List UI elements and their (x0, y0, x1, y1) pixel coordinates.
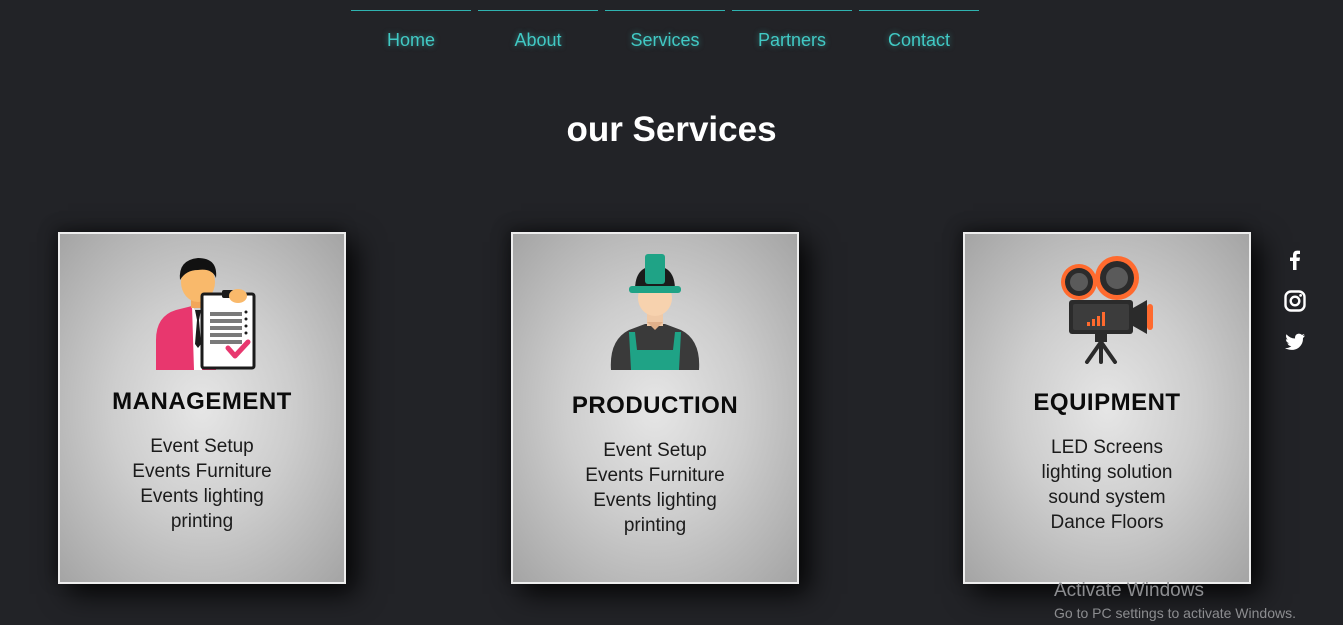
social-links (1283, 248, 1307, 371)
main-nav: Home About Services Partners Contact (351, 10, 986, 51)
services-page: Home About Services Partners Contact our… (0, 0, 1343, 625)
service-card-production: PRODUCTION Event Setup Events Furniture … (511, 232, 799, 584)
facebook-icon[interactable] (1283, 248, 1307, 272)
card-heading: EQUIPMENT (1033, 389, 1181, 416)
twitter-icon[interactable] (1283, 330, 1307, 354)
list-item: Dance Floors (1050, 512, 1164, 533)
card-heading: PRODUCTION (571, 392, 739, 419)
instagram-icon[interactable] (1283, 289, 1307, 313)
service-card-equipment: EQUIPMENT LED Screens lighting solution … (963, 232, 1251, 584)
list-item: Events lighting (140, 486, 264, 507)
nav-home-link[interactable]: Home (351, 10, 471, 51)
service-list: Event Setup Events Furniture Events ligh… (60, 434, 344, 534)
list-item: LED Screens (1051, 437, 1163, 458)
video-camera-icon (965, 254, 1249, 364)
nav-about-link[interactable]: About (478, 10, 598, 51)
list-item: Event Setup (150, 436, 254, 457)
list-item: Event Setup (603, 440, 707, 461)
nav-partners-link[interactable]: Partners (732, 10, 852, 51)
list-item: lighting solution (1041, 462, 1173, 483)
nav-contact-link[interactable]: Contact (859, 10, 979, 51)
list-item: Events Furniture (132, 461, 272, 482)
worker-icon (513, 252, 797, 372)
service-card-management: MANAGEMENT Event Setup Events Furniture … (58, 232, 346, 584)
nav-services-link[interactable]: Services (605, 10, 725, 51)
card-heading: MANAGEMENT (112, 388, 292, 415)
list-item: printing (170, 511, 234, 532)
activation-watermark-title: Activate Windows (1054, 580, 1204, 601)
list-item: Events Furniture (585, 465, 725, 486)
service-list: Event Setup Events Furniture Events ligh… (513, 438, 797, 538)
activation-watermark-subtitle: Go to PC settings to activate Windows. (1054, 605, 1296, 621)
service-list: LED Screens lighting solution sound syst… (965, 435, 1249, 535)
manager-icon (60, 248, 344, 372)
page-title: our Services (566, 110, 777, 149)
list-item: Events lighting (593, 490, 717, 511)
list-item: printing (623, 515, 687, 536)
list-item: sound system (1048, 487, 1166, 508)
